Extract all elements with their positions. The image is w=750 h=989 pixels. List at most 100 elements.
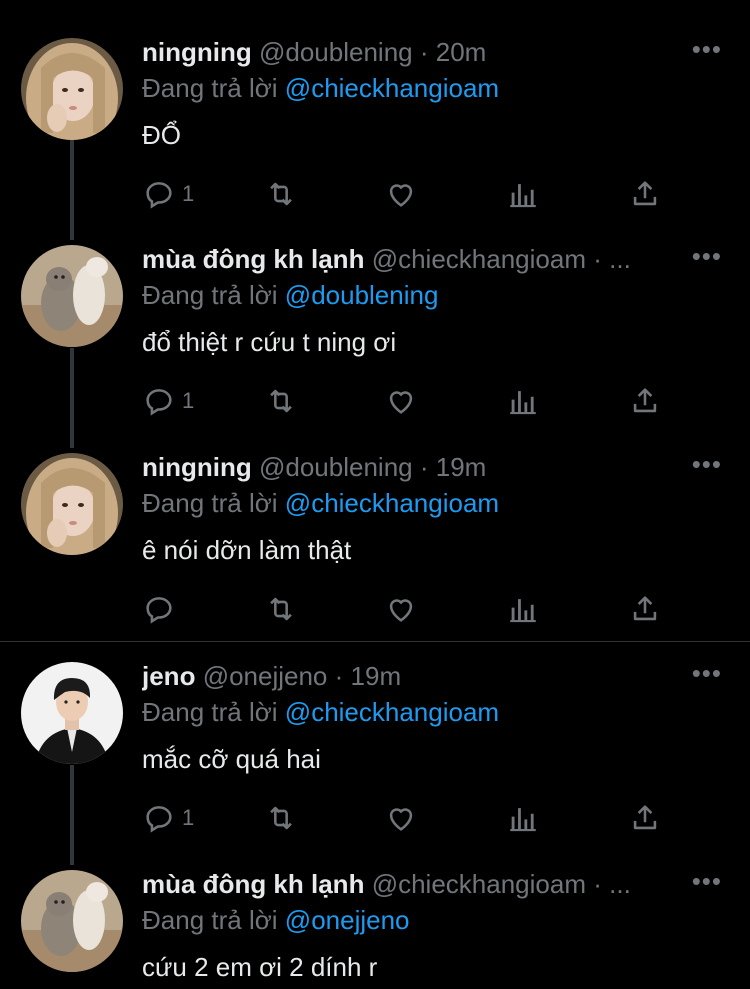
reply-count: 1 — [182, 388, 195, 413]
display-name[interactable]: ningning — [142, 37, 252, 67]
retweet-button[interactable] — [264, 383, 298, 419]
share-icon — [633, 388, 657, 413]
reply-prefix: Đang trả lời — [142, 488, 278, 518]
share-icon — [633, 596, 657, 621]
tweet-text: mắc cỡ quá hai — [142, 744, 321, 774]
reply-context: Đang trả lời @onejjeno — [142, 904, 410, 936]
share-icon — [633, 181, 657, 206]
display-name[interactable]: jeno — [142, 661, 195, 691]
reply-prefix: Đang trả lời — [142, 280, 278, 310]
retweet-icon — [270, 597, 292, 621]
separator: · — [419, 37, 429, 67]
heart-icon — [389, 808, 413, 831]
tweet-text: đổ thiệt r cứu t ning ơi — [142, 327, 397, 357]
reply-button[interactable]: 1 — [142, 383, 194, 419]
like-button[interactable] — [384, 800, 418, 836]
analytics-icon — [510, 391, 536, 415]
separator: · — [593, 869, 602, 899]
more-dots-icon[interactable]: ••• — [692, 449, 722, 480]
analytics-button[interactable] — [506, 800, 540, 836]
display-name[interactable]: mùa đông kh lạnh — [142, 244, 364, 274]
share-button[interactable] — [628, 800, 662, 836]
thread-line — [70, 140, 74, 240]
like-button[interactable] — [384, 176, 418, 212]
reply-icon — [146, 182, 172, 209]
display-name[interactable]: ningning — [142, 452, 252, 482]
reply-context: Đang trả lời @doublening — [142, 279, 438, 311]
tweet-header: mùa đông kh lạnh @chieckhangioam · ... — [142, 243, 690, 275]
reply-button[interactable] — [142, 591, 182, 627]
reply-button[interactable]: 1 — [142, 800, 194, 836]
tweet-header: ningning @doublening · 20m — [142, 36, 690, 68]
reply-icon — [146, 597, 172, 624]
heart-icon — [389, 184, 413, 207]
avatar[interactable] — [21, 38, 123, 140]
username[interactable]: @chieckhangioam — [372, 244, 586, 274]
retweet-icon — [270, 806, 292, 830]
username[interactable]: @onejjeno — [203, 661, 328, 691]
timestamp[interactable]: 20m — [436, 37, 487, 67]
heart-icon — [389, 391, 413, 414]
retweet-button[interactable] — [264, 800, 298, 836]
mention-link[interactable]: @doublening — [285, 280, 439, 310]
more-dots-icon[interactable]: ••• — [692, 241, 722, 272]
retweet-button[interactable] — [264, 176, 298, 212]
avatar[interactable] — [21, 245, 123, 347]
timestamp[interactable]: 19m — [436, 452, 487, 482]
more-dots-icon[interactable]: ••• — [692, 658, 722, 689]
like-button[interactable] — [384, 383, 418, 419]
avatar[interactable] — [21, 453, 123, 555]
reply-context: Đang trả lời @chieckhangioam — [142, 487, 499, 519]
share-icon — [633, 805, 657, 830]
reply-count: 1 — [182, 181, 195, 206]
tweet-text: cứu 2 em ơi 2 dính r — [142, 952, 378, 982]
username[interactable]: @doublening — [259, 452, 413, 482]
reply-icon — [146, 806, 172, 833]
mention-link[interactable]: @chieckhangioam — [285, 697, 499, 727]
action-bar: 1 — [142, 383, 682, 423]
analytics-icon — [510, 599, 536, 623]
ningning-avatar-image — [21, 453, 123, 555]
action-bar: 1 — [142, 800, 682, 840]
timestamp[interactable]: ... — [609, 869, 631, 899]
retweet-button[interactable] — [264, 591, 298, 627]
username[interactable]: @doublening — [259, 37, 413, 67]
separator: · — [334, 661, 344, 691]
display-name[interactable]: mùa đông kh lạnh — [142, 869, 364, 899]
mention-link[interactable]: @chieckhangioam — [285, 73, 499, 103]
heart-icon — [389, 599, 413, 622]
reply-context: Đang trả lời @chieckhangioam — [142, 696, 499, 728]
reply-prefix: Đang trả lời — [142, 697, 278, 727]
action-bar: 1 — [142, 176, 682, 216]
share-button[interactable] — [628, 383, 662, 419]
share-button[interactable] — [628, 176, 662, 212]
reply-count: 1 — [182, 805, 195, 830]
analytics-button[interactable] — [506, 591, 540, 627]
tweet-text: ê nói dỡn làm thật — [142, 535, 352, 565]
reply-button[interactable]: 1 — [142, 176, 194, 212]
avatar[interactable] — [21, 662, 123, 764]
timestamp[interactable]: 19m — [351, 661, 402, 691]
analytics-button[interactable] — [506, 383, 540, 419]
thread-line — [70, 765, 74, 865]
separator: · — [419, 452, 429, 482]
reply-prefix: Đang trả lời — [142, 73, 278, 103]
reply-icon — [146, 389, 172, 416]
avatar[interactable] — [21, 870, 123, 972]
tweet-header: mùa đông kh lạnh @chieckhangioam · ... — [142, 868, 690, 900]
share-button[interactable] — [628, 591, 662, 627]
username[interactable]: @chieckhangioam — [372, 869, 586, 899]
divider — [0, 641, 750, 642]
tweet-header: ningning @doublening · 19m — [142, 451, 690, 483]
retweet-icon — [270, 389, 292, 413]
mention-link[interactable]: @onejjeno — [285, 905, 410, 935]
ningning-avatar-image — [21, 38, 123, 140]
like-button[interactable] — [384, 591, 418, 627]
more-dots-icon[interactable]: ••• — [692, 866, 722, 897]
analytics-icon — [510, 808, 536, 832]
timestamp[interactable]: ... — [609, 244, 631, 274]
more-dots-icon[interactable]: ••• — [692, 34, 722, 65]
mention-link[interactable]: @chieckhangioam — [285, 488, 499, 518]
analytics-button[interactable] — [506, 176, 540, 212]
analytics-icon — [510, 184, 536, 208]
